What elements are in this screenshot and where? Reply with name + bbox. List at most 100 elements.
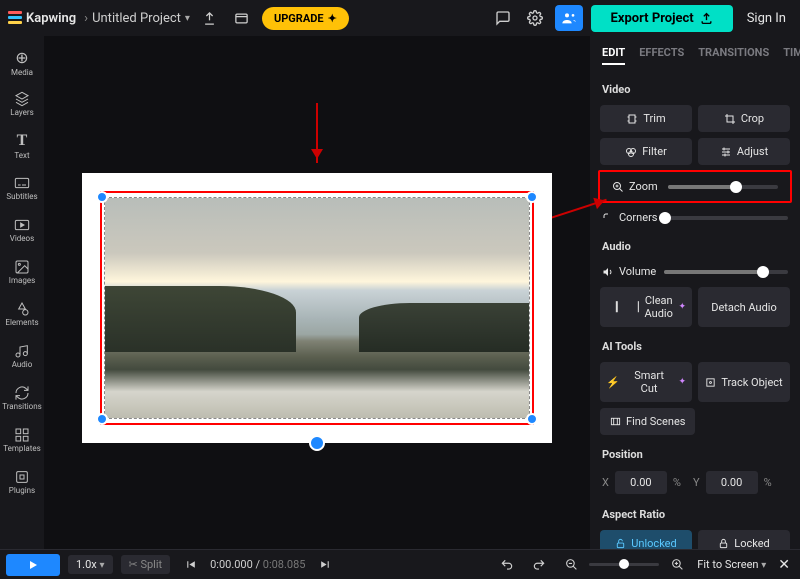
timeline-zoom [559,553,689,577]
sparkle-icon: ✦ [328,12,337,25]
zoom-row: Zoom [600,174,790,199]
tab-transitions[interactable]: TRANSITIONS [698,46,769,65]
section-video: Video [590,73,800,102]
app-name: Kapwing [26,11,76,26]
sidebar-item-templates[interactable]: Templates [2,420,42,460]
find-scenes-button[interactable]: Find Scenes [600,408,695,435]
bolt-icon: ⚡ [606,376,620,389]
canvas-area[interactable] [44,36,590,549]
left-sidebar: ⊕Media Layers TText Subtitles Videos Ima… [0,36,44,549]
y-label: Y [693,476,700,489]
smart-cut-button[interactable]: ⚡Smart Cut✦ [600,362,692,402]
sidebar-item-subtitles[interactable]: Subtitles [2,168,42,208]
timeline-zoom-slider[interactable] [589,563,659,566]
position-x-input[interactable] [615,471,667,494]
sidebar-item-plugins[interactable]: Plugins [2,462,42,502]
breadcrumb[interactable]: › Untitled Project ▾ [84,11,190,26]
target-icon [705,377,716,388]
annotation-highlight-zoom: Zoom [598,170,792,203]
upload-icon[interactable] [198,6,222,30]
layers-icon [14,91,30,107]
clean-audio-button[interactable]: ⎹⎸⎹Clean Audio✦ [600,287,692,327]
locked-button[interactable]: Locked [698,530,790,549]
unlock-icon [615,538,626,549]
undo-icon[interactable] [495,553,519,577]
corners-icon [602,212,614,224]
tab-edit[interactable]: EDIT [602,46,625,65]
resize-handle-tl[interactable] [96,191,108,203]
upgrade-button[interactable]: UPGRADE✦ [262,7,349,30]
text-icon: T [17,132,28,150]
volume-slider[interactable] [664,270,788,274]
zoom-slider[interactable] [668,185,778,189]
video-icon [14,217,30,233]
transitions-icon [14,385,30,401]
redo-icon[interactable] [527,553,551,577]
app-logo[interactable]: Kapwing [8,11,76,26]
skip-start-icon[interactable] [178,553,202,577]
annotation-arrow-down [316,103,318,163]
sidebar-item-audio[interactable]: Audio [2,336,42,376]
export-button[interactable]: Export Project [591,5,733,32]
section-position: Position [590,438,800,467]
brand-kit-icon[interactable] [230,6,254,30]
unlocked-button[interactable]: Unlocked [600,530,692,549]
play-button[interactable] [6,554,60,576]
fit-to-screen[interactable]: Fit to Screen ▾ [697,558,766,571]
detach-audio-button[interactable]: Detach Audio [698,287,790,327]
crop-button[interactable]: Crop [698,105,790,132]
panel-tabs: EDIT EFFECTS TRANSITIONS TIMING [590,36,800,73]
sidebar-item-images[interactable]: Images [2,252,42,292]
sidebar-item-elements[interactable]: Elements [2,294,42,334]
corners-slider[interactable] [665,216,788,220]
chevron-down-icon: ▾ [185,13,190,24]
collaborate-button[interactable] [555,5,583,31]
filter-button[interactable]: Filter [600,138,692,165]
audio-icon [14,343,30,359]
sidebar-item-media[interactable]: ⊕Media [2,42,42,82]
split-button[interactable]: ✂ Split [121,555,171,574]
settings-icon[interactable] [523,6,547,30]
sidebar-item-text[interactable]: TText [2,126,42,166]
trim-button[interactable]: Trim [600,105,692,132]
position-inputs: X % Y % [590,467,800,498]
comment-icon[interactable] [491,6,515,30]
sparkle-icon: ✦ [678,377,686,387]
track-object-button[interactable]: Track Object [698,362,790,402]
corners-row: Corners [590,205,800,230]
position-y-input[interactable] [706,471,758,494]
canvas-stage[interactable] [82,173,552,443]
volume-row: Volume [590,259,800,284]
resize-handle-tr[interactable] [526,191,538,203]
zoom-in-icon[interactable] [665,553,689,577]
play-icon [27,559,39,571]
top-bar: Kapwing › Untitled Project ▾ UPGRADE✦ Ex… [0,0,800,36]
volume-icon [602,266,614,278]
adjust-button[interactable]: Adjust [698,138,790,165]
sign-in-link[interactable]: Sign In [741,11,792,26]
resize-handle-bl[interactable] [96,413,108,425]
tab-effects[interactable]: EFFECTS [639,46,684,65]
playback-speed[interactable]: 1.0x ▾ [68,555,113,574]
skip-end-icon[interactable] [313,553,337,577]
section-ai: AI Tools [590,330,800,359]
sidebar-item-videos[interactable]: Videos [2,210,42,250]
shapes-icon [14,301,30,317]
x-label: X [602,476,609,489]
rotate-handle[interactable] [309,435,325,451]
timecode: 0:00.000 / 0:08.085 [210,558,305,571]
right-panel: EDIT EFFECTS TRANSITIONS TIMING Video Tr… [590,36,800,549]
templates-icon [14,427,30,443]
section-audio: Audio [590,230,800,259]
sparkle-icon: ✦ [678,302,686,312]
plus-circle-icon: ⊕ [15,48,28,67]
sidebar-item-layers[interactable]: Layers [2,84,42,124]
zoom-out-icon[interactable] [559,553,583,577]
tab-timing[interactable]: TIMING [783,46,800,65]
resize-handle-br[interactable] [526,413,538,425]
bottom-bar: 1.0x ▾ ✂ Split 0:00.000 / 0:08.085 Fit t… [0,549,800,579]
sidebar-item-transitions[interactable]: Transitions [2,378,42,418]
close-timeline-icon[interactable]: ✕ [774,557,794,573]
scene-icon [610,416,621,427]
plugins-icon [14,469,30,485]
